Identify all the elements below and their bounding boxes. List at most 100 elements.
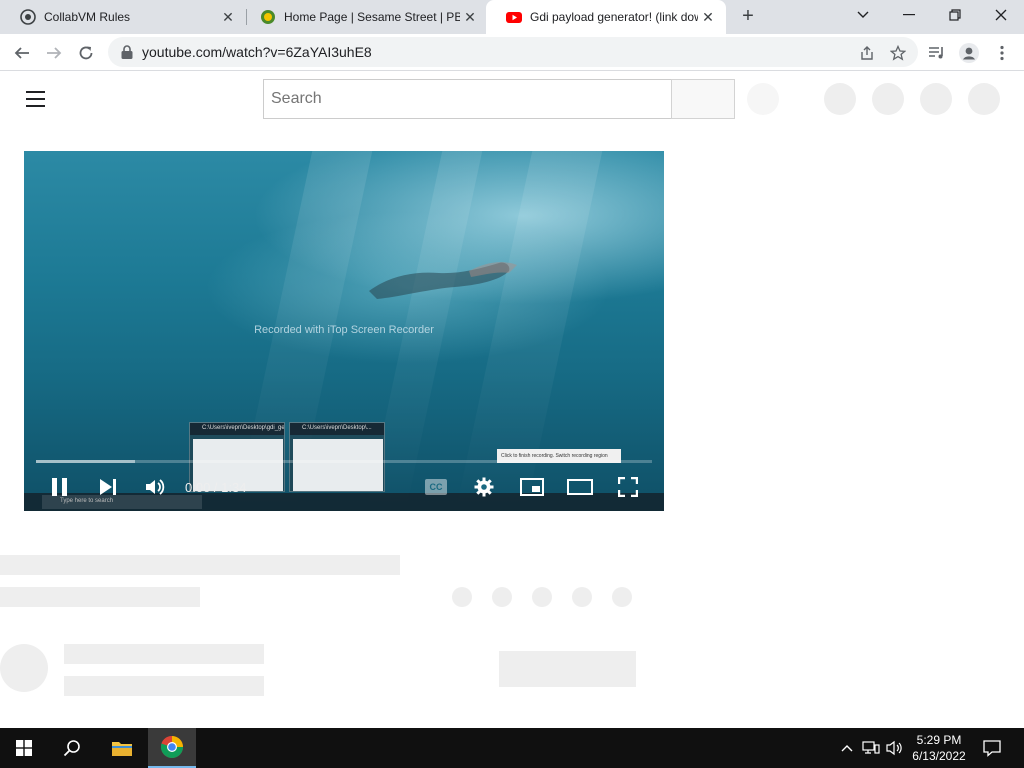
- chrome-taskbar-button[interactable]: [148, 728, 196, 768]
- current-time: 0:00: [185, 480, 211, 495]
- pause-button[interactable]: [45, 473, 75, 501]
- tab-youtube-video[interactable]: Gdi payload generator! (link dow ✕: [486, 0, 726, 34]
- tab-search-icon[interactable]: [840, 0, 886, 30]
- hamburger-menu-icon[interactable]: [26, 91, 46, 107]
- close-tab-icon[interactable]: ✕: [698, 7, 718, 27]
- title-placeholder: [0, 555, 400, 575]
- tab-strip: CollabVM Rules ✕ Home Page | Sesame Stre…: [0, 0, 1024, 34]
- tab-title: Gdi payload generator! (link dow: [530, 10, 698, 24]
- url-text[interactable]: youtube.com/watch?v=6ZaYAI3uhE8: [142, 44, 372, 60]
- masthead-button-placeholder[interactable]: [872, 83, 904, 115]
- embedded-preview: C:\Users\ivepn\Desktop\...: [289, 422, 385, 492]
- theater-mode-button[interactable]: [565, 473, 595, 501]
- theater-mode-icon: [567, 479, 593, 495]
- miniplayer-button[interactable]: [517, 473, 547, 501]
- action-placeholder: [612, 587, 632, 607]
- volume-icon: [146, 479, 165, 495]
- windows-logo-icon: [16, 740, 32, 756]
- chrome-icon: [160, 735, 183, 758]
- progress-loaded: [36, 460, 135, 463]
- sesame-street-icon: [260, 9, 276, 25]
- search-input[interactable]: [264, 80, 671, 118]
- skip-next-icon: [100, 479, 116, 495]
- close-tab-icon[interactable]: ✕: [460, 7, 480, 27]
- collabvm-icon: [20, 9, 36, 25]
- action-placeholder: [572, 587, 592, 607]
- subscribe-button-placeholder: [499, 651, 636, 687]
- network-icon[interactable]: [860, 728, 882, 768]
- channel-avatar-placeholder: [0, 644, 48, 692]
- chevron-up-icon: [841, 745, 853, 752]
- video-player[interactable]: Recorded with iTop Screen Recorder C:\Us…: [24, 151, 664, 511]
- notifications-button[interactable]: [980, 728, 1004, 768]
- volume-tray-icon[interactable]: [884, 728, 906, 768]
- channel-subs-placeholder: [64, 676, 264, 696]
- action-placeholder: [492, 587, 512, 607]
- subtitles-button[interactable]: CC: [421, 473, 451, 501]
- channel-name-placeholder: [64, 644, 264, 664]
- swimmer-silhouette: [369, 262, 517, 299]
- pause-icon: [52, 478, 67, 496]
- gear-icon: [474, 477, 494, 497]
- clock-date: 6/13/2022: [912, 749, 966, 763]
- start-button[interactable]: [0, 728, 48, 768]
- address-bar[interactable]: youtube.com/watch?v=6ZaYAI3uhE8: [108, 37, 918, 67]
- search-box[interactable]: [263, 79, 672, 119]
- media-control-icon[interactable]: [923, 39, 951, 67]
- youtube-masthead: [0, 72, 1024, 128]
- browser-toolbar: youtube.com/watch?v=6ZaYAI3uhE8: [0, 34, 1024, 71]
- share-icon[interactable]: [858, 44, 876, 62]
- new-tab-button[interactable]: +: [736, 5, 760, 29]
- fullscreen-button[interactable]: [613, 473, 643, 501]
- file-explorer-button[interactable]: [98, 728, 146, 768]
- action-placeholder: [452, 587, 472, 607]
- subtitle-placeholder: [0, 587, 200, 607]
- search-icon: [63, 740, 80, 757]
- next-button[interactable]: [93, 473, 123, 501]
- close-tab-icon[interactable]: ✕: [218, 7, 238, 27]
- cc-label: CC: [429, 482, 443, 492]
- reload-button[interactable]: [72, 39, 100, 67]
- search-button[interactable]: [671, 79, 735, 119]
- folder-icon: [112, 742, 132, 756]
- tab-sesame-street[interactable]: Home Page | Sesame Street | PBS ✕: [240, 0, 488, 34]
- show-hidden-icons-button[interactable]: [838, 728, 856, 768]
- time-display: 0:00 / 1:34: [185, 480, 246, 495]
- tab-title: Home Page | Sesame Street | PBS: [284, 10, 460, 24]
- tab-title: CollabVM Rules: [44, 10, 131, 24]
- masthead-button-placeholder[interactable]: [824, 83, 856, 115]
- clock-time: 5:29 PM: [916, 733, 962, 747]
- close-window-button[interactable]: [978, 0, 1024, 30]
- lock-icon: [121, 45, 133, 59]
- volume-button[interactable]: [140, 473, 170, 501]
- voice-search-placeholder[interactable]: [747, 83, 779, 115]
- time-separator: /: [210, 480, 222, 495]
- reload-icon: [79, 46, 93, 60]
- taskbar-clock[interactable]: 5:29 PM 6/13/2022: [904, 732, 974, 764]
- settings-button[interactable]: [469, 473, 499, 501]
- tab-collabvm-rules[interactable]: CollabVM Rules ✕: [0, 0, 246, 34]
- restore-button[interactable]: [932, 0, 978, 30]
- embedded-preview-title: C:\Users\ivepn\Desktop\...: [290, 423, 384, 435]
- minimize-button[interactable]: [886, 0, 932, 30]
- total-time: 1:34: [221, 480, 247, 495]
- recorder-watermark: Recorded with iTop Screen Recorder: [254, 324, 434, 336]
- back-arrow-icon: [14, 47, 29, 59]
- masthead-button-placeholder[interactable]: [920, 83, 952, 115]
- menu-kebab-icon[interactable]: [988, 39, 1016, 67]
- action-placeholder: [532, 587, 552, 607]
- fullscreen-icon: [618, 477, 638, 497]
- embedded-preview-title: C:\Users\ivepn\Desktop\gdi_ge...: [190, 423, 284, 435]
- notification-icon: [983, 740, 1001, 757]
- windows-taskbar: 5:29 PM 6/13/2022: [0, 728, 1024, 768]
- back-button[interactable]: [8, 39, 36, 67]
- bookmark-star-icon[interactable]: [889, 44, 907, 62]
- cc-icon: CC: [425, 479, 447, 495]
- youtube-icon: [506, 9, 522, 25]
- progress-bar[interactable]: [36, 460, 652, 463]
- masthead-button-placeholder[interactable]: [968, 83, 1000, 115]
- miniplayer-icon: [520, 478, 544, 496]
- taskbar-search-button[interactable]: [48, 728, 96, 768]
- profile-avatar-icon[interactable]: [955, 39, 983, 67]
- forward-button[interactable]: [40, 39, 68, 67]
